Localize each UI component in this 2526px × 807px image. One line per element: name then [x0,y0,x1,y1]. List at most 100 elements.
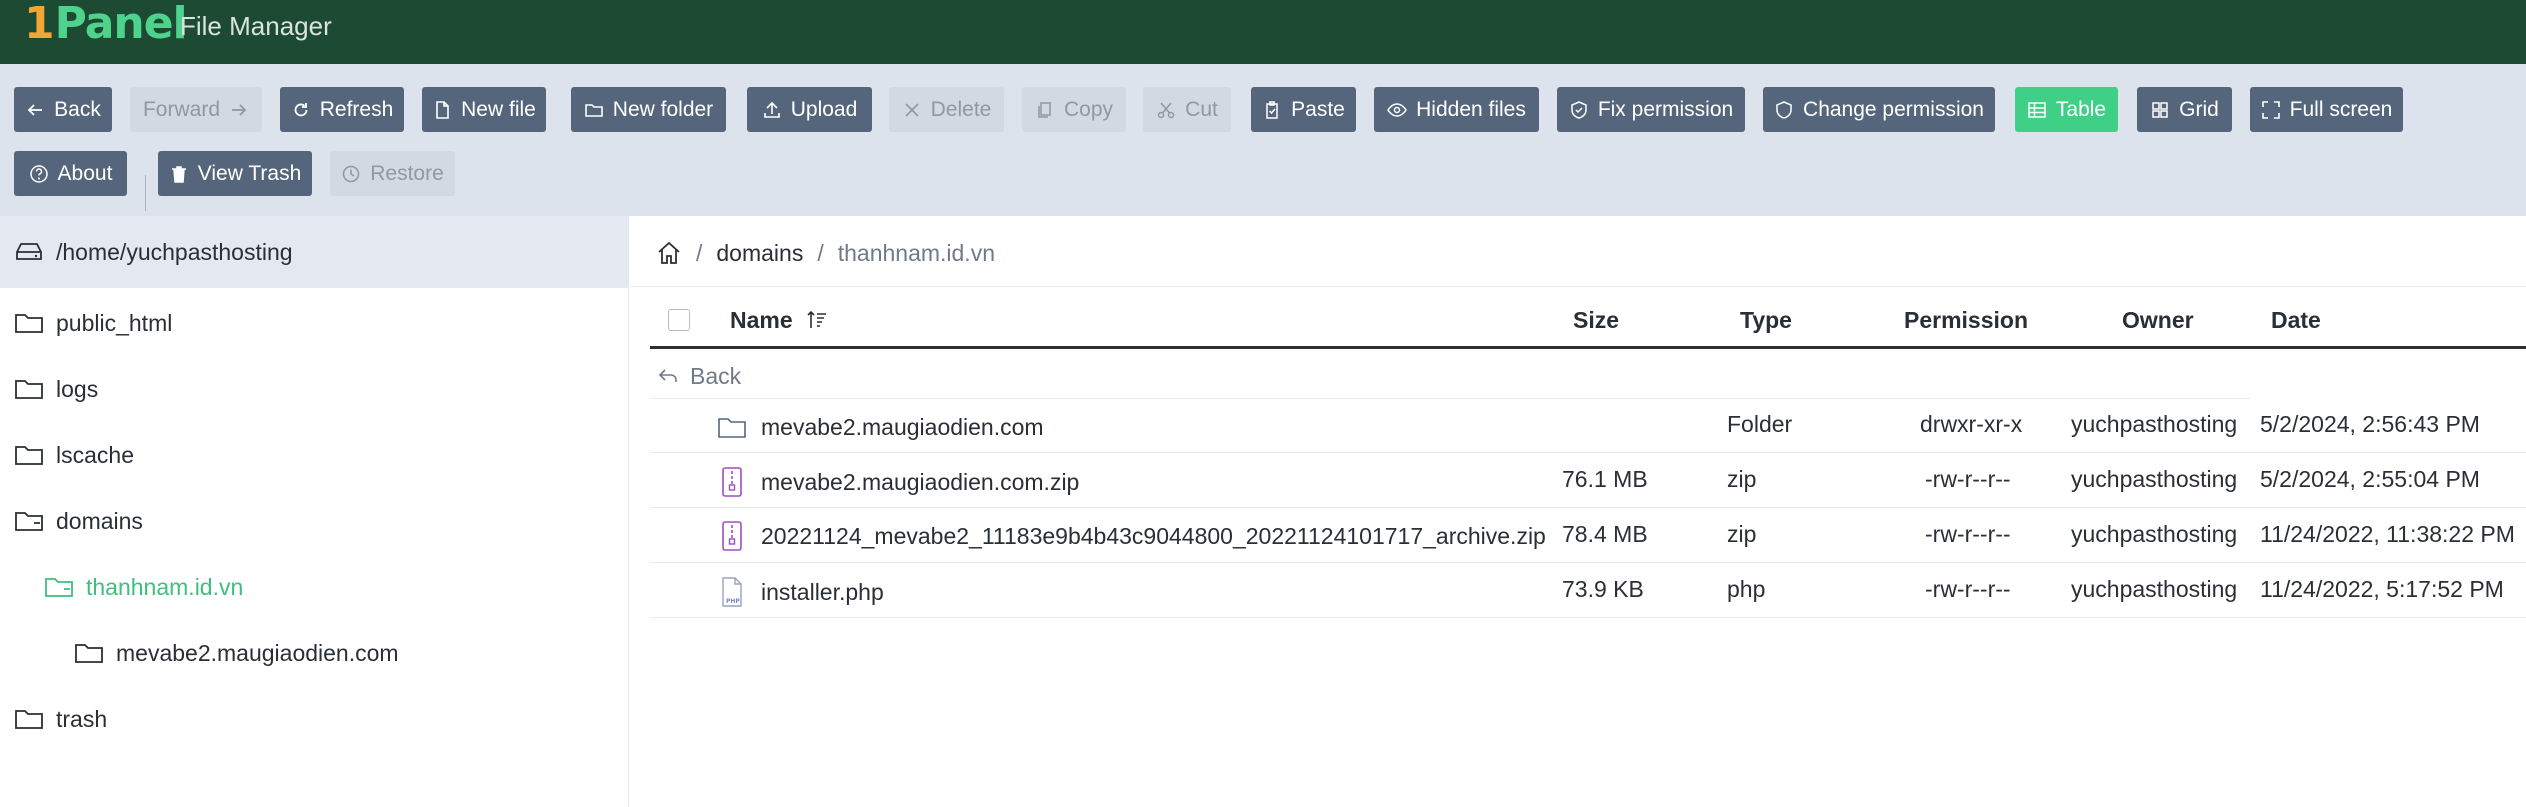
grid-icon [2152,101,2168,118]
about-button[interactable]: About [14,151,127,196]
refresh-button[interactable]: Refresh [280,87,404,132]
column-header-owner[interactable]: Owner [2122,302,2194,338]
svg-text:PHP: PHP [726,598,740,605]
column-header-date[interactable]: Date [2271,302,2321,338]
full-screen-button[interactable]: Full screen [2250,87,2403,132]
change-permission-label: Change permission [1803,97,1984,121]
file-type: Folder [1727,411,1793,437]
breadcrumb-separator: / [817,239,824,266]
table-label: Table [2055,97,2107,121]
clipboard-icon [1266,100,1278,119]
file-permission[interactable]: -rw-r--r-- [1925,464,2011,494]
return-icon [658,369,677,382]
tree-item-trash[interactable]: trash [14,699,107,739]
table-view-button[interactable]: Table [2015,87,2118,132]
folder-icon [15,380,43,399]
column-date-label: Date [2271,306,2321,333]
php-file-icon: PHP [722,577,742,607]
back-button[interactable]: Back [14,87,112,132]
file-size: 73.9 KB [1562,576,1644,602]
forward-button[interactable]: Forward [130,87,262,132]
file-permission[interactable]: -rw-r--r-- [1925,519,2011,549]
new-file-button[interactable]: New file [422,87,546,132]
column-header-name[interactable]: Name [730,302,829,338]
tree-item-lscache[interactable]: lscache [14,435,134,475]
view-trash-button[interactable]: View Trash [158,151,312,196]
tree-item-public-html[interactable]: public_html [14,303,172,343]
change-permission-button[interactable]: Change permission [1763,87,1995,132]
full-screen-label: Full screen [2289,97,2393,121]
file-name-cell[interactable]: 20221124_mevabe2_11183e9b4b43c9044800_20… [717,520,1546,552]
back-label: Back [54,97,101,121]
table-header-rule [650,346,2526,349]
cut-button[interactable]: Cut [1143,87,1231,132]
toolbar: Back Forward Refresh New file New folder… [0,64,2526,216]
refresh-icon [294,102,308,116]
new-folder-button[interactable]: New folder [571,87,726,132]
file-icon [436,100,449,119]
file-name-cell[interactable]: mevabe2.maugiaodien.com.zip [717,466,1079,498]
upload-button[interactable]: Upload [747,87,872,132]
folder-open-icon [15,512,43,531]
file-type: zip [1727,466,1757,492]
row-divider [650,452,2526,453]
tree-item-label: public_html [56,309,173,336]
select-all-checkbox[interactable] [668,309,690,331]
file-permission[interactable]: drwxr-xr-x [1920,409,2022,439]
back-to-parent-label: Back [690,362,742,389]
delete-label: Delete [930,97,992,121]
breadcrumb-separator: / [696,239,703,266]
fullscreen-icon [2261,100,2280,119]
paste-label: Paste [1291,97,1345,121]
logo[interactable]: 1Panel [24,0,188,56]
file-name-cell[interactable]: mevabe2.maugiaodien.com [717,411,1044,443]
column-header-size[interactable]: Size [1573,302,1619,338]
folder-icon [584,103,603,117]
new-folder-label: New folder [612,97,714,121]
fix-permission-button[interactable]: Fix permission [1557,87,1745,132]
file-owner[interactable]: yuchpasthosting [2071,409,2237,439]
zip-file-icon [722,467,742,497]
trash-icon [171,165,186,183]
file-owner[interactable]: yuchpasthosting [2071,464,2237,494]
file-name: installer.php [761,579,884,605]
file-size: 78.4 MB [1562,521,1648,547]
upload-label: Upload [790,97,858,121]
restore-label: Restore [370,161,444,185]
file-owner[interactable]: yuchpasthosting [2071,574,2237,604]
hidden-files-button[interactable]: Hidden files [1374,87,1539,132]
folder-icon [75,644,103,663]
fix-permission-label: Fix permission [1597,97,1734,121]
restore-button[interactable]: Restore [330,151,455,196]
file-permission[interactable]: -rw-r--r-- [1925,574,2011,604]
hard-drive-icon [16,243,42,260]
file-date: 11/24/2022, 11:38:22 PM [2260,521,2515,547]
grid-view-button[interactable]: Grid [2137,87,2232,132]
column-header-type[interactable]: Type [1740,302,1792,338]
delete-button[interactable]: Delete [889,87,1004,132]
tree-item-label: logs [56,375,99,402]
copy-button[interactable]: Copy [1022,87,1126,132]
shield-icon [1776,100,1792,119]
file-name-cell[interactable]: PHP installer.php [717,576,884,608]
back-to-parent[interactable]: Back [656,358,741,394]
tree-item-thanhnam[interactable]: thanhnam.id.vn [44,567,243,607]
folder-open-icon [45,578,73,597]
tree-item-domains[interactable]: domains [14,501,143,541]
breadcrumb-item-domains[interactable]: domains [716,240,803,267]
file-date: 5/2/2024, 2:56:43 PM [2260,411,2480,437]
column-name-label: Name [730,306,793,333]
sort-icon[interactable] [805,308,829,332]
row-divider [650,507,2526,508]
tree-root[interactable]: /home/yuchpasthosting [0,216,628,288]
about-label: About [57,161,113,185]
home-icon[interactable] [656,240,682,266]
column-header-permission[interactable]: Permission [1904,302,2028,338]
tree-item-logs[interactable]: logs [14,369,98,409]
refresh-label: Refresh [319,97,394,121]
tree-item-mevabe2[interactable]: mevabe2.maugiaodien.com [74,633,399,673]
file-owner[interactable]: yuchpasthosting [2071,519,2237,549]
paste-button[interactable]: Paste [1251,87,1356,132]
tree-root-label: /home/yuchpasthosting [56,238,293,265]
column-owner-label: Owner [2122,306,2194,333]
